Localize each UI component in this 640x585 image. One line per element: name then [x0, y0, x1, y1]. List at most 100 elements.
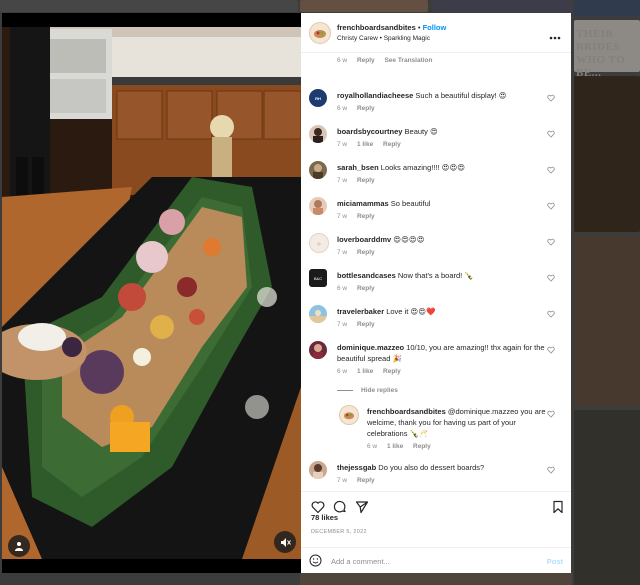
emoji-button[interactable] — [309, 554, 322, 572]
commenter-username[interactable]: miciamammas — [337, 199, 389, 208]
comment-button[interactable] — [333, 500, 347, 514]
smiley-icon — [309, 554, 322, 567]
like-comment-button[interactable] — [546, 466, 555, 475]
audio-subtitle[interactable]: Christy Carew • Sparkling Magic — [337, 35, 430, 42]
like-comment-button[interactable] — [546, 274, 555, 283]
hide-replies-toggle[interactable]: Hide replies — [337, 387, 549, 394]
reply-button[interactable]: Reply — [357, 177, 375, 184]
commenter-avatar[interactable] — [339, 405, 359, 425]
post-photo — [2, 27, 301, 559]
commenter-avatar[interactable]: B&C — [309, 269, 327, 287]
add-comment-input[interactable] — [331, 554, 531, 568]
hide-replies-label[interactable]: Hide replies — [361, 387, 398, 394]
commenter-username[interactable]: frenchboardsandbites — [367, 407, 446, 416]
reply-button[interactable]: Reply — [383, 368, 401, 375]
author-username[interactable]: frenchboardsandbites — [337, 23, 416, 32]
reply-button[interactable]: Reply — [383, 141, 401, 148]
commenter-avatar[interactable] — [309, 461, 327, 479]
commenter-avatar[interactable] — [309, 125, 327, 143]
post-comment-button[interactable]: Post — [547, 557, 563, 566]
comment-body: dominique.mazzeo 10/10, you are amazing!… — [337, 342, 549, 364]
mute-button[interactable] — [274, 531, 296, 553]
comment-text: Do you also do dessert boards? — [378, 463, 485, 472]
comment-body: loverboarddmv 😍😍😍😍 — [337, 234, 549, 245]
comment-meta: 7 w Reply — [337, 249, 549, 256]
reply-button[interactable]: Reply — [357, 249, 375, 256]
follow-button[interactable]: Follow — [423, 23, 447, 32]
comment-time: 7 w — [337, 321, 348, 328]
bookmark-icon — [553, 500, 563, 514]
comment-body: bottlesandcases Now that's a board! 🍾 — [337, 270, 549, 281]
commenter-username[interactable]: loverboarddmv — [337, 235, 391, 244]
comment-likes[interactable]: 1 like — [357, 368, 373, 375]
comment-meta: 7 w 1 like Reply — [337, 141, 549, 148]
comment-body: miciamammas So beautiful — [337, 198, 549, 209]
reply-button[interactable]: Reply — [357, 321, 375, 328]
comment-time: 7 w — [337, 477, 348, 484]
comment-time: 7 w — [337, 141, 348, 148]
likes-count[interactable]: 78 likes — [311, 513, 338, 522]
comments-list[interactable]: 6 w Reply See Translation RH royalhollan… — [301, 53, 571, 489]
see-translation-button[interactable]: See Translation — [384, 57, 432, 64]
reply-button[interactable]: Reply — [357, 105, 375, 112]
comment-time: 7 w — [337, 249, 348, 256]
commenter-avatar[interactable] — [309, 197, 327, 215]
author-avatar[interactable] — [309, 22, 331, 44]
commenter-username[interactable]: boardsbycourtney — [337, 127, 402, 136]
comment-body: sarah_bsen Looks amazing!!!! 😍😍😍 — [337, 162, 549, 173]
like-comment-button[interactable] — [546, 166, 555, 175]
commenter-avatar[interactable] — [309, 341, 327, 359]
more-options-button[interactable] — [549, 27, 561, 45]
profile-photo-icon — [313, 464, 323, 479]
commenter-avatar[interactable] — [309, 161, 327, 179]
commenter-username[interactable]: bottlesandcases — [337, 271, 396, 280]
reply-button[interactable]: Reply — [357, 477, 375, 484]
comment-time: 7 w — [337, 177, 348, 184]
reply-button[interactable]: Reply — [357, 213, 375, 220]
like-comment-button[interactable] — [546, 310, 555, 319]
post-media[interactable] — [2, 13, 301, 573]
comment-body: thejessgab Do you also do dessert boards… — [337, 462, 549, 473]
heart-outline-icon — [546, 94, 555, 102]
user-tags-button[interactable] — [8, 535, 30, 557]
heart-outline-icon — [546, 346, 555, 354]
heart-outline-icon — [546, 466, 555, 474]
heart-outline-icon — [546, 202, 555, 210]
reply-button[interactable]: Reply — [413, 443, 431, 450]
like-comment-button[interactable] — [546, 346, 555, 355]
commenter-avatar[interactable] — [309, 305, 327, 323]
caption-reply-button[interactable]: Reply — [357, 57, 375, 64]
comment-text: Love it 😍😍❤️ — [386, 307, 436, 316]
commenter-username[interactable]: thejessgab — [337, 463, 376, 472]
profile-photo-icon — [313, 200, 323, 215]
comment-text: 😍😍😍😍 — [393, 235, 425, 244]
profile-photo-icon — [313, 128, 323, 143]
like-button[interactable] — [311, 500, 325, 514]
commenter-avatar[interactable]: ◎ — [309, 233, 329, 253]
commenter-username[interactable]: sarah_bsen — [337, 163, 379, 172]
like-comment-button[interactable] — [546, 238, 555, 247]
comment-likes[interactable]: 1 like — [387, 443, 403, 450]
like-comment-button[interactable] — [546, 130, 555, 139]
comment-likes[interactable]: 1 like — [357, 141, 373, 148]
commenter-avatar[interactable]: RH — [309, 89, 327, 107]
share-button[interactable] — [355, 500, 369, 514]
logo-icon: ◎ — [317, 240, 321, 246]
commenter-username[interactable]: royalhollandiacheese — [337, 91, 413, 100]
comment-time: 6 w — [337, 285, 348, 292]
post-modal: frenchboardsandbites • Follow Christy Ca… — [2, 13, 571, 573]
comment-body: boardsbycourtney Beauty 😍 — [337, 126, 549, 137]
commenter-username[interactable]: travelerbaker — [337, 307, 384, 316]
person-icon — [15, 542, 23, 551]
heart-outline-icon — [546, 410, 555, 418]
comment-body: frenchboardsandbites @dominique.mazzeo y… — [367, 406, 549, 439]
save-button[interactable] — [551, 500, 565, 514]
commenter-username[interactable]: dominique.mazzeo — [337, 343, 404, 352]
like-comment-button[interactable] — [546, 202, 555, 211]
like-comment-button[interactable] — [546, 410, 555, 419]
heart-outline-icon — [546, 166, 555, 174]
reply-button[interactable]: Reply — [357, 285, 375, 292]
like-comment-button[interactable] — [546, 94, 555, 103]
comment-time: 6 w — [337, 105, 348, 112]
comment-time: 6 w — [367, 443, 378, 450]
